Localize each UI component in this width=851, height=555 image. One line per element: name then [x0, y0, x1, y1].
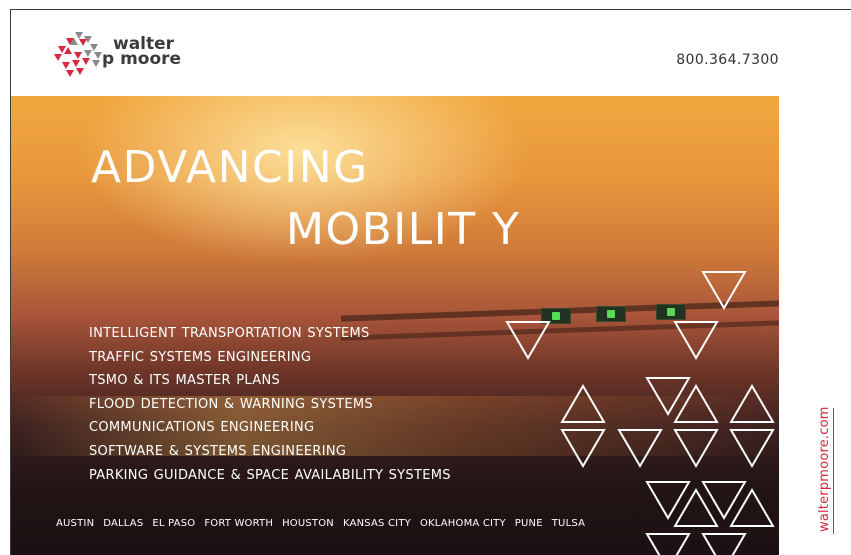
- triangle-outline: [645, 533, 691, 555]
- triangle-outline: [701, 533, 747, 555]
- triangle-outline: [560, 384, 606, 423]
- triangle-outline: [673, 321, 719, 360]
- triangle-outline: [729, 429, 775, 468]
- triangle-outline: [617, 429, 663, 468]
- brand-line-2: p moore: [102, 49, 182, 69]
- triangle-pattern: [505, 271, 775, 555]
- brand-logo[interactable]: walter p moore: [52, 30, 212, 82]
- phone-number[interactable]: 800.364.7300: [676, 52, 779, 68]
- url-divider: [833, 408, 834, 534]
- triangle-outline: [701, 271, 747, 310]
- brand-wordmark: walter p moore: [102, 36, 181, 68]
- triangle-outline: [560, 429, 606, 468]
- frame-top-rule: [10, 9, 851, 10]
- website-link[interactable]: walterpmoore.com: [817, 406, 832, 532]
- hero-banner: ADVANCING MOBILIT Y INTELLIGENT TRANSPOR…: [11, 96, 779, 555]
- triangle-outline: [673, 429, 719, 468]
- triangle-outline: [505, 321, 551, 360]
- triangle-outline: [729, 384, 775, 423]
